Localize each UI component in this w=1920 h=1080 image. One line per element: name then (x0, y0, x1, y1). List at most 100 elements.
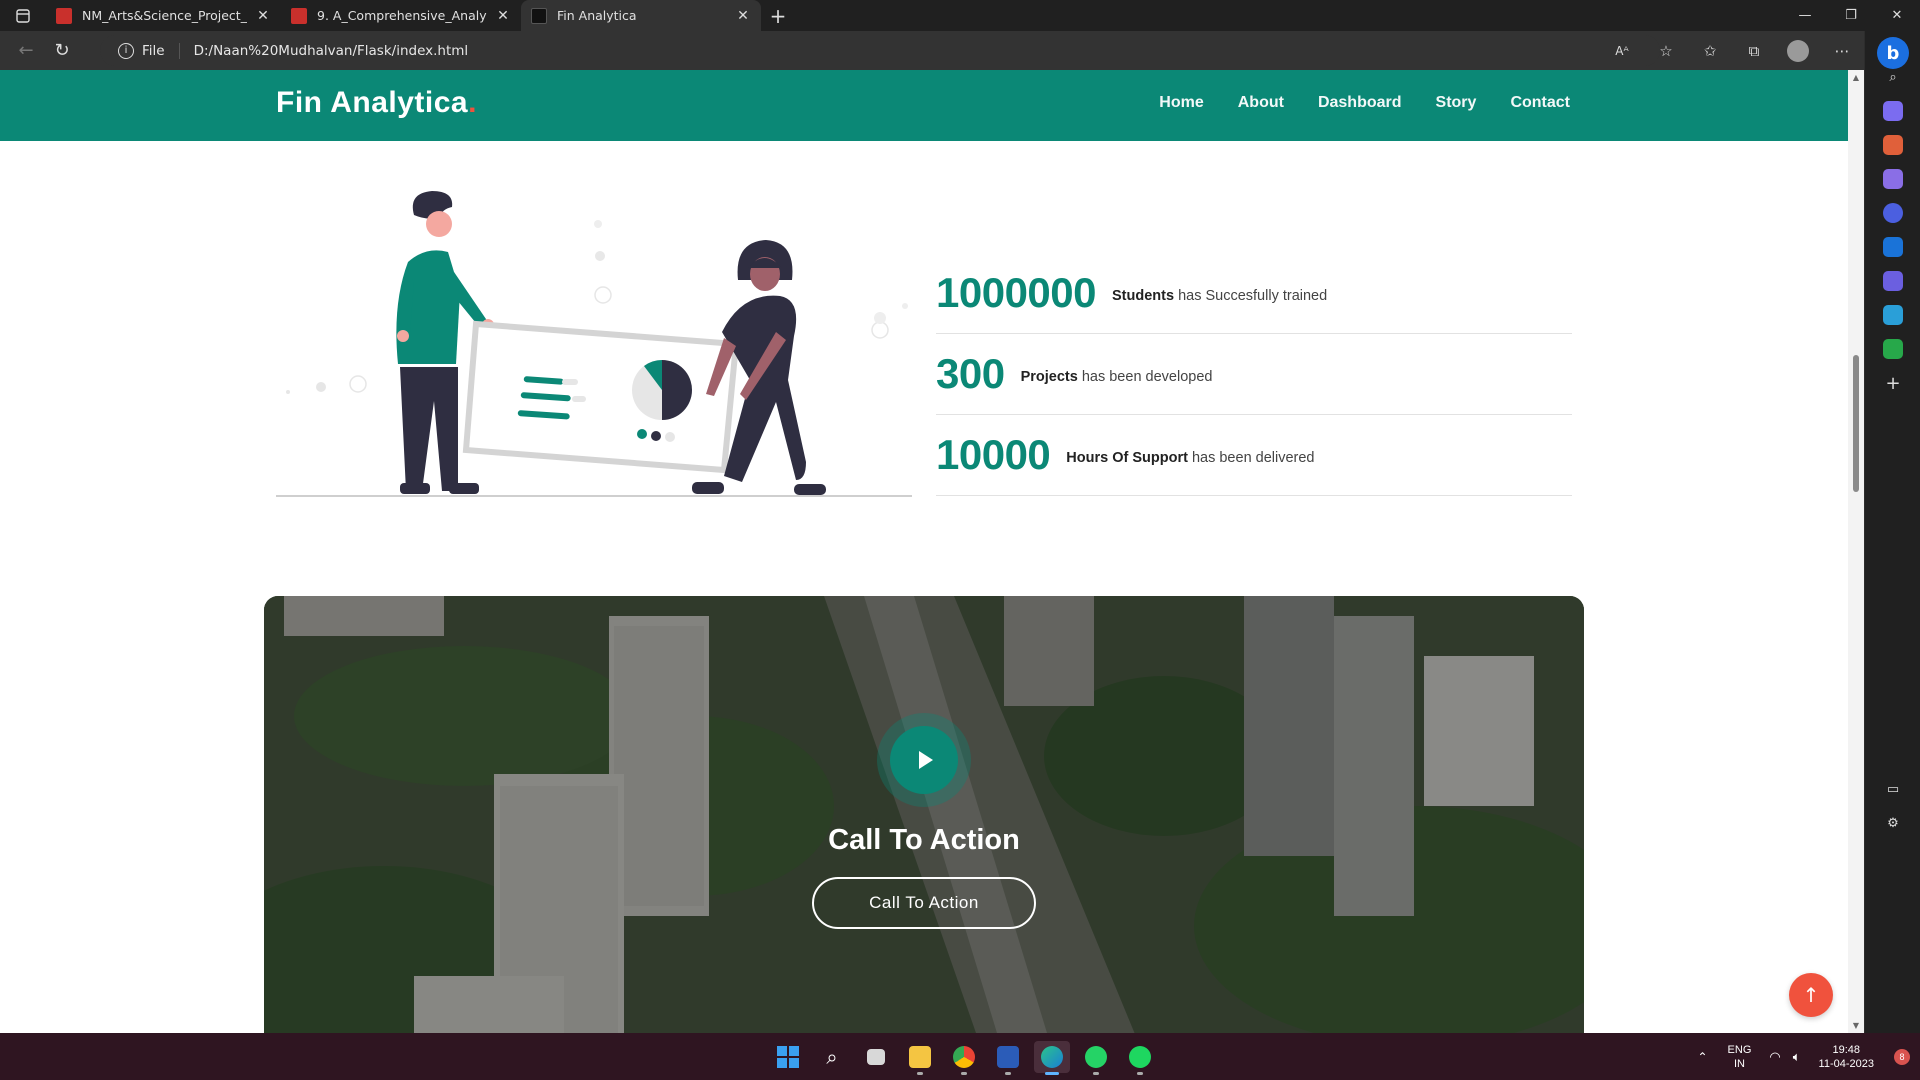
tab-actions-icon (16, 8, 30, 23)
stat-number: 10000 (936, 431, 1051, 478)
settings-icon[interactable]: ⚙ (1883, 813, 1903, 833)
chevron-up-icon[interactable]: ⌃ (1697, 1050, 1707, 1064)
add-icon[interactable]: + (1883, 373, 1903, 394)
tab-title: Fin Analytica (557, 8, 637, 23)
clock[interactable]: 19:48 11-04-2023 (1819, 1043, 1874, 1071)
more-icon[interactable]: ⋯ (1820, 42, 1864, 60)
toolbar: ← ↻ i File D:/Naan%20Mudhalvan/Flask/ind… (0, 31, 1864, 70)
start-icon[interactable] (770, 1041, 806, 1073)
tab-fin-analytica[interactable]: Fin Analytica ✕ (521, 0, 761, 31)
new-tab-button[interactable]: + (761, 0, 795, 31)
back-to-top-button[interactable]: ↑ (1789, 973, 1833, 1017)
close-window-icon[interactable]: ✕ (1874, 0, 1920, 31)
scroll-up-icon[interactable]: ▲ (1848, 73, 1864, 82)
restore-icon[interactable]: ❐ (1828, 0, 1874, 31)
office-icon[interactable] (1883, 203, 1903, 223)
tab-pdf-2[interactable]: 9. A_Comprehensive_Analysis_of ✕ (281, 0, 521, 31)
close-icon[interactable]: ✕ (495, 8, 511, 24)
minimize-icon[interactable]: — (1782, 0, 1828, 31)
main-nav: Home About Dashboard Story Contact (1125, 94, 1570, 112)
add-favorite-icon[interactable]: ☆ (1644, 42, 1688, 60)
address-bar[interactable]: i File D:/Naan%20Mudhalvan/Flask/index.h… (100, 35, 1660, 66)
whatsapp-icon[interactable] (1078, 1041, 1114, 1075)
tag-icon[interactable] (1883, 101, 1903, 121)
scroll-down-icon[interactable]: ▼ (1848, 1021, 1864, 1030)
taskbar: ⌕ ⌃ ENG IN ◠ 🔈︎ 19:48 11-04-2023 8 (0, 1033, 1920, 1080)
lang-text: ENG (1727, 1043, 1752, 1056)
games-icon[interactable] (1883, 169, 1903, 189)
stat-text: has been developed (1077, 369, 1213, 385)
profile-avatar[interactable] (1787, 39, 1809, 62)
close-icon[interactable]: ✕ (735, 8, 751, 24)
spotify-icon[interactable] (1122, 1041, 1158, 1075)
site-logo[interactable]: Fin Analytica. (276, 86, 477, 120)
chrome-icon[interactable] (946, 1041, 982, 1075)
stat-text: has Succesfully trained (1174, 288, 1328, 304)
notes-icon[interactable] (1883, 271, 1903, 291)
overlay (264, 596, 1584, 1033)
language-indicator[interactable]: ENG IN (1728, 1043, 1752, 1071)
tab-strip: NM_Arts&Science_Project_Docu ✕ 9. A_Comp… (0, 0, 1920, 31)
file-explorer-icon[interactable] (902, 1041, 938, 1075)
site-favicon-icon (531, 7, 547, 24)
tree-icon[interactable] (1883, 339, 1903, 359)
stat-description: Projects has been developed (1021, 369, 1213, 385)
search-icon[interactable]: ⌕ (814, 1041, 850, 1073)
workspaces-button[interactable] (0, 0, 46, 31)
pdf-icon (291, 7, 307, 24)
site-header: Fin Analytica. Home About Dashboard Stor… (0, 70, 1848, 141)
taskbar-apps: ⌕ (770, 1041, 1158, 1075)
logo-dot: . (468, 86, 477, 119)
scrollbar-thumb[interactable] (1853, 355, 1859, 492)
back-icon[interactable]: ← (8, 35, 44, 67)
page-scrollbar[interactable]: ▲ ▼ (1848, 70, 1864, 1033)
team-illustration (276, 191, 912, 497)
stat-projects: 300 Projects has been developed (936, 334, 1572, 415)
close-icon[interactable]: ✕ (255, 8, 271, 24)
edge-icon[interactable] (1034, 1041, 1070, 1075)
stat-students: 1000000 Students has Succesfully trained (936, 253, 1572, 334)
outlook-icon[interactable] (1883, 237, 1903, 257)
nav-contact[interactable]: Contact (1510, 94, 1570, 112)
stat-text: has been delivered (1187, 450, 1315, 466)
search-icon[interactable]: ⌕ (1883, 67, 1903, 87)
edge-sidebar: b ⌕ + ▭ ⚙ (1864, 31, 1920, 1033)
stat-bold: Students (1112, 288, 1175, 304)
collections-icon[interactable]: ⧉ (1732, 42, 1776, 60)
tab-title: NM_Arts&Science_Project_Docu (82, 8, 247, 23)
nav-home[interactable]: Home (1159, 94, 1203, 112)
region-text: IN (1733, 1057, 1745, 1070)
volume-icon[interactable]: 🔈︎ (1793, 1049, 1801, 1065)
divider (178, 42, 180, 59)
logo-text: Fin Analytica (276, 86, 469, 119)
nav-story[interactable]: Story (1436, 94, 1477, 112)
tab-title: 9. A_Comprehensive_Analysis_of (317, 8, 487, 23)
wifi-icon[interactable]: ◠ (1769, 1049, 1780, 1065)
sidebar-toggle-icon[interactable]: ▭ (1883, 779, 1903, 799)
call-to-action-section: Call To Action Call To Action (264, 596, 1584, 1033)
info-icon[interactable]: i (118, 42, 134, 59)
scheme-label: File (142, 42, 165, 59)
word-icon[interactable] (990, 1041, 1026, 1075)
stat-description: Students has Succesfully trained (1112, 288, 1327, 304)
nav-about[interactable]: About (1238, 94, 1284, 112)
toolbar-actions: Aᴬ ☆ ✩ ⧉ ⋯ (1600, 31, 1864, 70)
refresh-icon[interactable]: ↻ (44, 35, 80, 67)
tab-pdf-1[interactable]: NM_Arts&Science_Project_Docu ✕ (46, 0, 281, 31)
stat-support-hours: 10000 Hours Of Support has been delivere… (936, 415, 1572, 496)
date-text: 11-04-2023 (1818, 1057, 1874, 1070)
window-controls: — ❐ ✕ (1782, 0, 1920, 31)
briefcase-icon[interactable] (1883, 135, 1903, 155)
nav-dashboard[interactable]: Dashboard (1318, 94, 1402, 112)
system-tray: ⌃ ENG IN ◠ 🔈︎ 19:48 11-04-2023 8 (1687, 1033, 1920, 1080)
bing-icon[interactable]: b (1877, 37, 1909, 69)
favorites-icon[interactable]: ✩ (1688, 42, 1732, 60)
send-icon[interactable] (1883, 305, 1903, 325)
task-view-icon[interactable] (858, 1041, 894, 1073)
cta-button[interactable]: Call To Action (812, 877, 1036, 929)
play-video-button[interactable] (877, 713, 971, 807)
notification-badge[interactable]: 8 (1894, 1048, 1910, 1065)
read-aloud-icon[interactable]: Aᴬ (1600, 44, 1644, 58)
cta-title: Call To Action (828, 824, 1020, 856)
stat-number: 1000000 (936, 269, 1097, 316)
